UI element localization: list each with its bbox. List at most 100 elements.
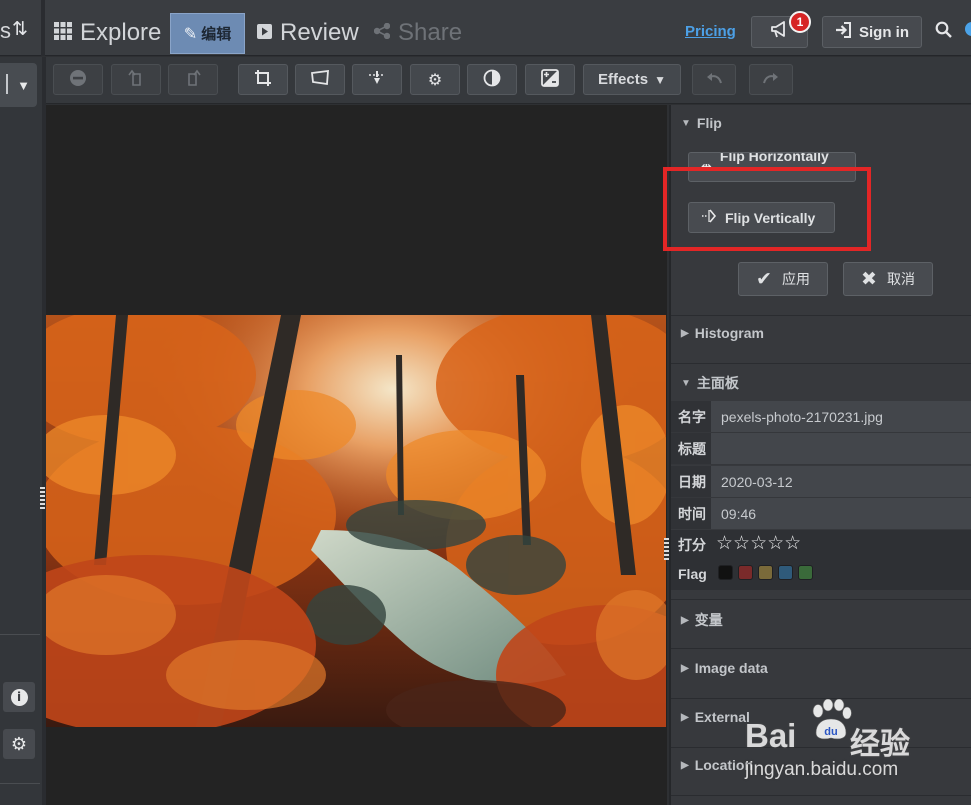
- title-label: 标题: [671, 433, 711, 464]
- check-icon: ✔: [756, 268, 772, 290]
- flag-swatch-red[interactable]: [738, 565, 753, 580]
- triangle-right-icon: ▶: [681, 759, 689, 771]
- divider: [671, 599, 971, 600]
- effects-label: Effects: [598, 71, 649, 88]
- histogram-section-header[interactable]: ▶ Histogram: [681, 325, 764, 341]
- flip-section-title: Flip: [696, 115, 722, 131]
- contrast-icon: [483, 69, 501, 91]
- rotate-left-icon: [127, 69, 145, 91]
- divider: [0, 783, 40, 784]
- settings-button[interactable]: ⚙: [3, 729, 35, 759]
- flip-button[interactable]: [352, 64, 402, 95]
- contrast-button[interactable]: [467, 64, 517, 95]
- sidebar-dropdown[interactable]: ▼: [0, 63, 37, 107]
- variables-title: 变量: [694, 612, 723, 628]
- sign-in-button[interactable]: Sign in: [822, 16, 922, 48]
- account-dot[interactable]: [965, 22, 971, 36]
- image-data-title: Image data: [694, 660, 768, 676]
- apply-label: 应用: [781, 271, 810, 287]
- title-value[interactable]: [711, 433, 971, 464]
- date-value[interactable]: 2020-03-12: [711, 466, 971, 497]
- triangle-right-icon: ▶: [681, 662, 689, 674]
- perspective-button[interactable]: [295, 64, 345, 95]
- tab-share-label: Share: [398, 19, 463, 46]
- crop-button[interactable]: [238, 64, 288, 95]
- tab-explore[interactable]: Explore: [54, 13, 161, 53]
- close-icon: ✖: [861, 268, 877, 290]
- rotate-right-icon: [184, 69, 202, 91]
- info-icon: i: [10, 688, 28, 706]
- redo-button[interactable]: [749, 64, 793, 95]
- flag-swatch-blue[interactable]: [778, 565, 793, 580]
- play-square-icon: [257, 23, 272, 44]
- pencil-icon: ✎: [183, 24, 198, 43]
- divider: [41, 0, 45, 56]
- rotate-left-button[interactable]: [111, 64, 161, 95]
- metadata-row-title: 标题: [671, 433, 971, 464]
- metadata-row-date: 日期 2020-03-12: [671, 466, 971, 497]
- external-section-header[interactable]: ▶ External: [681, 709, 750, 725]
- variables-section-header[interactable]: ▶ 变量: [681, 610, 723, 630]
- left-sidebar: ▼ i ⚙: [0, 57, 42, 805]
- cancel-label: 取消: [886, 271, 915, 287]
- tab-explore-label: Explore: [80, 19, 162, 46]
- image-canvas[interactable]: [46, 105, 667, 805]
- flag-swatch-green[interactable]: [798, 565, 813, 580]
- tab-edit-label: 编辑: [201, 26, 232, 43]
- divider: [671, 648, 971, 649]
- name-label: 名字: [671, 401, 711, 432]
- crop-icon: [254, 69, 272, 91]
- triangle-right-icon: ▶: [681, 327, 689, 339]
- watermark-brand-latin: Bai: [745, 717, 797, 754]
- divider: [671, 363, 971, 364]
- tab-review[interactable]: Review: [257, 13, 359, 53]
- flip-section-header[interactable]: ▼ Flip: [681, 115, 722, 131]
- resize-handle-left[interactable]: [40, 487, 45, 509]
- notification-badge: 1: [789, 11, 811, 33]
- exposure-button[interactable]: [525, 64, 575, 95]
- watermark-url: jingyan.baidu.com: [745, 759, 899, 780]
- perspective-icon: [310, 69, 330, 90]
- truncated-label: s: [0, 18, 11, 43]
- photo-autumn-forest: [46, 315, 666, 727]
- edit-toolbar: ⚙ Effects ▼: [46, 57, 971, 104]
- sort-arrows-icon[interactable]: ⇅: [12, 18, 28, 40]
- flag-swatch-black[interactable]: [718, 565, 733, 580]
- main-panel-title: 主面板: [696, 375, 739, 391]
- grid-icon: [54, 21, 72, 45]
- apply-button[interactable]: ✔ 应用: [738, 262, 828, 296]
- effects-dropdown[interactable]: Effects ▼: [583, 64, 681, 95]
- flag-swatch-yellow[interactable]: [758, 565, 773, 580]
- tab-review-label: Review: [280, 19, 359, 46]
- rotate-right-button[interactable]: [168, 64, 218, 95]
- location-section-header[interactable]: ▶ Location: [681, 757, 753, 773]
- time-value[interactable]: 09:46: [711, 498, 971, 529]
- tab-edit[interactable]: ✎ 编辑: [170, 13, 245, 54]
- time-label: 时间: [671, 498, 711, 529]
- minus-circle-icon: [69, 69, 87, 91]
- main-panel-section-header[interactable]: ▼ 主面板: [681, 373, 739, 393]
- undo-button[interactable]: [692, 64, 736, 95]
- image-data-section-header[interactable]: ▶ Image data: [681, 660, 768, 676]
- triangle-right-icon: ▶: [681, 711, 689, 723]
- info-button[interactable]: i: [3, 682, 35, 712]
- remove-button[interactable]: [53, 64, 103, 95]
- flag-swatches: [718, 565, 818, 580]
- adjust-button[interactable]: ⚙: [410, 64, 460, 95]
- flip-icon: [367, 69, 387, 91]
- pricing-link[interactable]: Pricing: [685, 23, 736, 40]
- search-icon[interactable]: [935, 21, 952, 43]
- caret-down-icon: ▼: [654, 72, 666, 87]
- megaphone-icon: [770, 20, 790, 44]
- tab-share[interactable]: Share: [373, 13, 463, 53]
- rating-flag-block: 打分 ☆☆☆☆☆ Flag: [671, 530, 971, 590]
- undo-icon: [705, 70, 723, 89]
- cancel-button[interactable]: ✖ 取消: [843, 262, 933, 296]
- redo-icon: [762, 70, 780, 89]
- name-value[interactable]: pexels-photo-2170231.jpg: [711, 401, 971, 432]
- divider: [671, 795, 971, 796]
- gear-icon: ⚙: [10, 733, 28, 755]
- rating-stars[interactable]: ☆☆☆☆☆: [716, 532, 801, 554]
- divider: [671, 315, 971, 316]
- top-bar: s ⇅ Explore ✎ 编辑 Review Share Pricing 1 …: [0, 0, 971, 56]
